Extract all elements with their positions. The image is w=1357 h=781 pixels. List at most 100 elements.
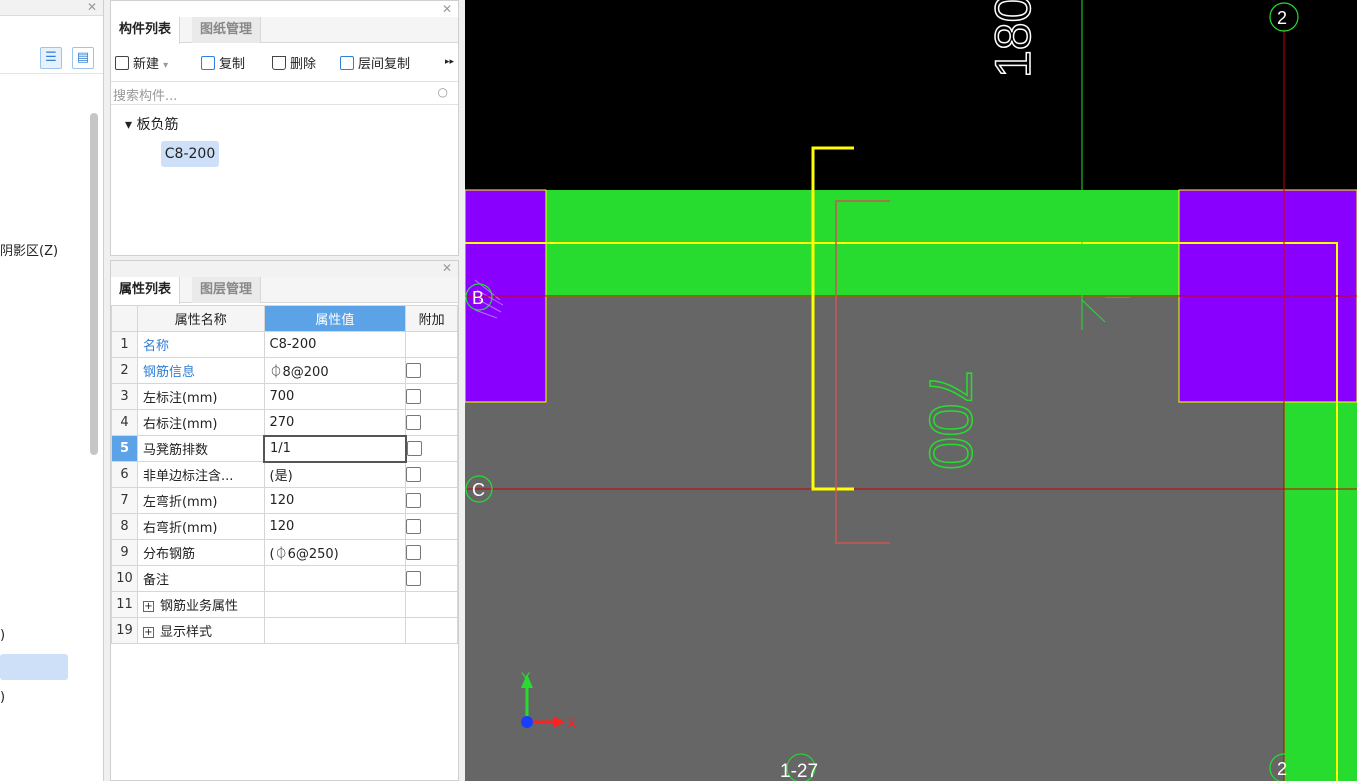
list-view-icon[interactable]: ☰ — [40, 47, 62, 69]
left-panel-scrollbar[interactable] — [90, 113, 98, 455]
tab-property-list[interactable]: 属性列表 — [111, 277, 181, 304]
property-value[interactable]: ⏀8@200 — [263, 357, 407, 384]
table-row[interactable]: 3 左标注(mm) 700 — [111, 383, 458, 410]
extra-cell — [405, 409, 458, 436]
axis-label-2-top: 2 — [1277, 8, 1287, 28]
property-tabs: 属性列表 图层管理 — [111, 277, 458, 304]
row-number: 6 — [111, 461, 138, 488]
extra-cell — [405, 383, 458, 410]
copy-button[interactable]: 复制 — [201, 53, 245, 72]
copy-icon — [201, 56, 215, 70]
property-name[interactable]: 马凳筋排数 — [136, 435, 265, 462]
property-value[interactable]: 120 — [263, 487, 407, 514]
property-name[interactable]: 右标注(mm) — [136, 409, 265, 436]
new-label: 新建 — [133, 57, 160, 72]
property-value[interactable]: (⏀6@250) — [263, 539, 407, 566]
property-name[interactable]: 非单边标注含... — [136, 461, 265, 488]
left-tree-selected-item[interactable] — [0, 654, 68, 680]
table-row[interactable]: 10 备注 — [111, 565, 458, 592]
table-row[interactable]: 6 非单边标注含... (是) — [111, 461, 458, 488]
extra-checkbox[interactable] — [406, 493, 422, 508]
extra-checkbox[interactable] — [406, 441, 422, 456]
property-name[interactable]: 左弯折(mm) — [136, 487, 265, 514]
chevron-down-icon[interactable]: ▾ — [163, 60, 168, 71]
cad-drawing[interactable]: 180 700 B C 2 2 1-27 Y X — [465, 0, 1357, 781]
property-value[interactable] — [263, 565, 407, 592]
property-group[interactable]: + 钢筋业务属性 — [136, 591, 265, 618]
tree-item-paren[interactable]: ) — [0, 628, 5, 643]
row-number: 9 — [111, 539, 138, 566]
extra-checkbox[interactable] — [406, 467, 422, 482]
dim-text-700: 700 — [917, 370, 984, 470]
axis-label-1-27: 1-27 — [780, 761, 818, 781]
shadow-area-label[interactable]: 阴影区(Z) — [0, 240, 58, 259]
cad-canvas[interactable]: 180 700 B C 2 2 1-27 Y X — [465, 0, 1357, 781]
close-icon[interactable]: ✕ — [442, 261, 452, 275]
property-name[interactable]: 左标注(mm) — [136, 383, 265, 410]
property-name[interactable]: 右弯折(mm) — [136, 513, 265, 540]
new-button[interactable]: 新建 ▾ — [115, 53, 168, 72]
extra-checkbox[interactable] — [406, 389, 422, 404]
extra-cell — [405, 461, 458, 488]
tab-component-list[interactable]: 构件列表 — [111, 17, 181, 44]
table-row[interactable]: 5 马凳筋排数 1/1 — [111, 434, 458, 463]
search-input[interactable]: 搜索构件... — [113, 85, 177, 104]
row-number-header — [111, 305, 138, 332]
row-number: 3 — [111, 383, 138, 410]
property-name[interactable]: 钢筋信息 — [136, 357, 265, 384]
tab-drawing-management[interactable]: 图纸管理 — [192, 17, 262, 43]
table-row[interactable]: 4 右标注(mm) 270 — [111, 409, 458, 436]
property-name[interactable]: 分布钢筋 — [136, 539, 265, 566]
table-row[interactable]: 11 + 钢筋业务属性 — [111, 591, 458, 618]
property-panel-titlebar: ✕ — [111, 261, 458, 277]
table-row[interactable]: 8 右弯折(mm) 120 — [111, 513, 458, 540]
close-icon[interactable]: ✕ — [87, 0, 97, 14]
property-name[interactable]: 名称 — [136, 331, 265, 358]
search-icon[interactable]: ○ — [438, 85, 448, 99]
floor-copy-button[interactable]: 层间复制 — [340, 53, 410, 72]
table-row[interactable]: 1 名称 C8-200 — [111, 331, 458, 358]
property-panel: ✕ 属性列表 图层管理 属性名称 属性值 附加 1 名称 C8-200 2 钢筋… — [110, 260, 459, 781]
property-value[interactable]: 270 — [263, 409, 407, 436]
extra-checkbox[interactable] — [406, 571, 422, 586]
property-value[interactable]: C8-200 — [263, 331, 407, 358]
delete-button[interactable]: 删除 — [272, 53, 316, 72]
right-beam — [1284, 402, 1357, 781]
property-header-row: 属性名称 属性值 附加 — [111, 305, 458, 332]
tree-item-paren-2[interactable]: ) — [0, 690, 5, 705]
table-row[interactable]: 19 + 显示样式 — [111, 617, 458, 644]
property-value[interactable]: (是) — [263, 461, 407, 488]
tab-layer-management[interactable]: 图层管理 — [192, 277, 262, 303]
delete-label: 删除 — [290, 57, 317, 72]
property-value[interactable]: 700 — [263, 383, 407, 410]
property-extra-header[interactable]: 附加 — [405, 305, 458, 332]
table-row[interactable]: 7 左弯折(mm) 120 — [111, 487, 458, 514]
more-tools-icon[interactable]: ▸▸ — [445, 57, 454, 67]
property-group[interactable]: + 显示样式 — [136, 617, 265, 644]
expand-icon[interactable]: + — [142, 601, 154, 612]
tree-node-c8-200[interactable]: C8-200 — [161, 141, 219, 167]
row-number: 19 — [111, 617, 138, 644]
extra-checkbox[interactable] — [406, 363, 422, 378]
x-axis-label: X — [567, 715, 577, 731]
property-name[interactable]: 备注 — [136, 565, 265, 592]
property-value-header[interactable]: 属性值 — [263, 305, 407, 332]
table-row[interactable]: 9 分布钢筋 (⏀6@250) — [111, 539, 458, 566]
detail-view-icon[interactable]: ▤ — [72, 47, 94, 69]
property-value[interactable]: 120 — [263, 513, 407, 540]
component-search[interactable]: 搜索构件... ○ — [111, 81, 458, 105]
close-icon[interactable]: ✕ — [442, 2, 452, 16]
row-number: 7 — [111, 487, 138, 514]
trash-icon — [272, 56, 286, 70]
expand-icon[interactable]: + — [142, 627, 154, 638]
property-value-editor[interactable]: 1/1 — [263, 434, 407, 463]
extra-cell — [405, 331, 458, 358]
axis-label-b: B — [472, 288, 484, 308]
extra-checkbox[interactable] — [406, 415, 422, 430]
floor-copy-label: 层间复制 — [358, 57, 411, 72]
tree-node-board-negative-rebar[interactable]: ▾ 板负筋 — [125, 114, 178, 134]
extra-checkbox[interactable] — [406, 519, 422, 534]
extra-checkbox[interactable] — [406, 545, 422, 560]
property-name-header[interactable]: 属性名称 — [136, 305, 265, 332]
table-row[interactable]: 2 钢筋信息 ⏀8@200 — [111, 357, 458, 384]
